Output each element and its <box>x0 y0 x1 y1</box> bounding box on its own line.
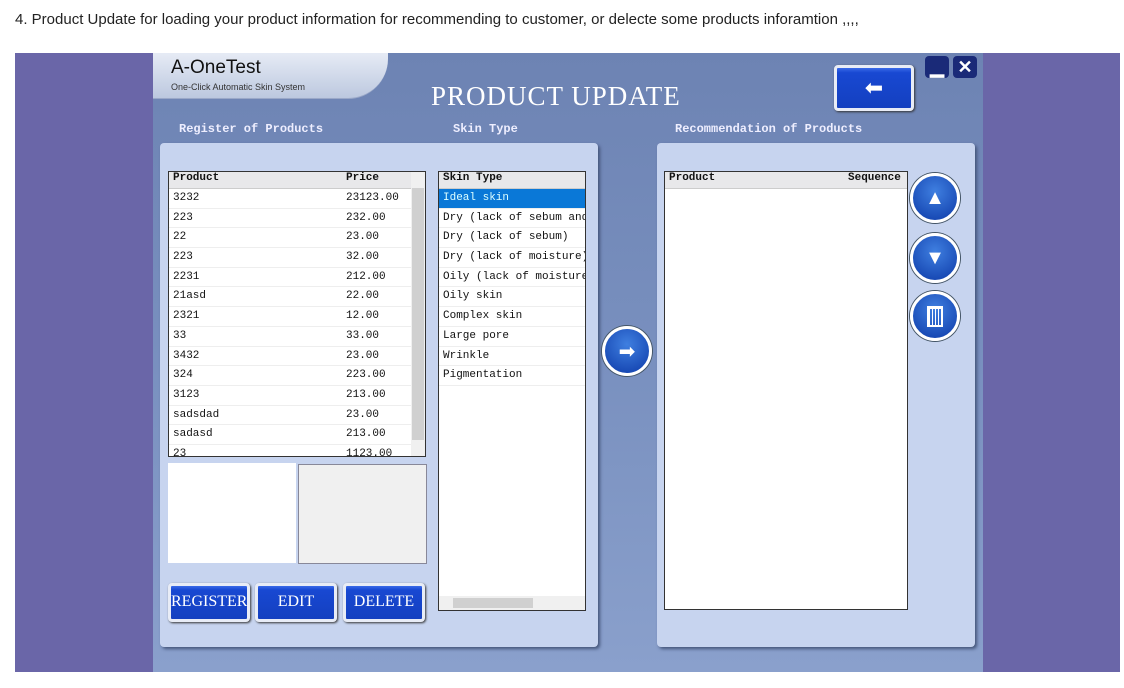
table-row[interactable]: 3232 23123.00 <box>169 189 425 209</box>
product-price: 32.00 <box>346 251 380 264</box>
skin-type-item[interactable]: Dry (lack of sebum) <box>439 228 585 249</box>
section-register-label: Register of Products <box>179 122 324 136</box>
product-price: 33.00 <box>346 329 380 342</box>
move-up-button[interactable]: ▲ <box>910 173 960 223</box>
skin-type-label: Wrinkle <box>443 349 490 362</box>
section-recommend-label: Recommendation of Products <box>675 122 863 136</box>
triangle-down-icon: ▼ <box>925 246 945 269</box>
skin-type-item[interactable]: Complex skin <box>439 307 585 327</box>
product-name: sadasd <box>173 428 213 441</box>
product-price: 23123.00 <box>346 192 399 204</box>
table-row[interactable]: 3123 213.00 <box>169 386 425 406</box>
product-image-box <box>168 463 296 563</box>
product-price: 213.00 <box>346 428 386 441</box>
table-row[interactable]: 2321 12.00 <box>169 307 425 327</box>
skin-type-item[interactable]: Pigmentation <box>439 366 585 386</box>
delete-button[interactable]: DELETE <box>343 583 425 622</box>
remove-button[interactable] <box>910 291 960 341</box>
arrow-left-icon: ⬅ <box>864 75 884 100</box>
product-name: 22 <box>173 231 187 244</box>
tagline: One-Click Automatic Skin System <box>171 82 306 92</box>
col-sequence: Sequence <box>848 172 901 184</box>
product-name: 223 <box>173 211 193 224</box>
trash-icon <box>927 305 943 327</box>
product-price: 1123.00 <box>346 447 393 457</box>
product-name: 3232 <box>173 192 200 204</box>
skin-type-item[interactable]: Oily skin <box>439 287 585 308</box>
product-name: 2231 <box>173 270 200 283</box>
product-name: 21asd <box>173 290 207 303</box>
minimize-button[interactable]: ▁ <box>925 56 949 78</box>
app-window: A-OneTest One-Click Automatic Skin Syste… <box>153 53 983 672</box>
skin-type-label: Dry (lack of sebum) <box>443 231 569 244</box>
caption: 4. Product Update for loading your produ… <box>15 11 859 28</box>
section-skin-label: Skin Type <box>453 122 518 136</box>
vertical-scrollbar[interactable] <box>411 172 425 456</box>
skin-type-item[interactable]: Oily (lack of moisture <box>439 268 585 288</box>
description-textarea[interactable] <box>298 464 427 564</box>
table-row[interactable]: 2231 212.00 <box>169 268 425 288</box>
table-row[interactable]: sadasd 213.00 <box>169 425 425 445</box>
table-row[interactable]: sadsdad 23.00 <box>169 406 425 426</box>
edit-button[interactable]: EDIT <box>255 583 337 622</box>
col-price[interactable]: Price <box>346 172 379 184</box>
back-button[interactable]: ⬅ <box>834 65 914 111</box>
col-product[interactable]: Product <box>173 172 219 184</box>
skin-type-label: Complex skin <box>443 310 523 323</box>
add-to-recommendation-button[interactable]: ➡ <box>602 326 652 376</box>
product-price: 23.00 <box>346 349 380 362</box>
table-row[interactable]: 223 32.00 <box>169 248 425 268</box>
table-row[interactable]: 223 232.00 <box>169 209 425 229</box>
table-row[interactable]: 324 223.00 <box>169 366 425 386</box>
arrow-right-icon: ➡ <box>618 340 636 363</box>
col-rec-product: Product <box>669 172 716 184</box>
product-name: 2321 <box>173 310 200 323</box>
skin-type-label: Dry (lack of moisture) <box>443 251 586 264</box>
table-row[interactable]: 21asd 22.00 <box>169 287 425 308</box>
skin-type-label: Large pore <box>443 329 510 342</box>
product-price: 23.00 <box>346 408 380 421</box>
product-price: 12.00 <box>346 310 380 323</box>
close-button[interactable]: ✕ <box>953 56 977 78</box>
table-row[interactable]: 23 1123.00 <box>169 445 425 457</box>
skin-type-label: Pigmentation <box>443 369 523 382</box>
page-title: PRODUCT UPDATE <box>431 81 681 111</box>
product-name: 324 <box>173 369 193 382</box>
recommendation-table[interactable]: Product Sequence <box>664 171 908 610</box>
move-down-button[interactable]: ▼ <box>910 233 960 283</box>
skin-header: Skin Type <box>443 172 503 184</box>
skin-type-item[interactable]: Dry (lack of sebum and <box>439 209 585 229</box>
product-name: 33 <box>173 329 187 342</box>
product-price: 23.00 <box>346 231 380 244</box>
product-name: 3123 <box>173 388 200 401</box>
product-price: 22.00 <box>346 290 380 303</box>
product-name: 23 <box>173 447 187 457</box>
skin-type-label: Oily skin <box>443 290 503 303</box>
logo: A-OneTest One-Click Automatic Skin Syste… <box>153 53 388 99</box>
product-name: 3432 <box>173 349 200 362</box>
skin-type-item[interactable]: Large pore <box>439 327 585 347</box>
product-name: sadsdad <box>173 408 220 421</box>
skin-type-label: Ideal skin <box>443 192 510 204</box>
horizontal-scrollbar[interactable] <box>439 596 585 610</box>
skin-type-item[interactable]: Wrinkle <box>439 347 585 367</box>
skin-type-item[interactable]: Ideal skin <box>439 189 585 209</box>
table-row[interactable]: 3432 23.00 <box>169 347 425 367</box>
product-name: 223 <box>173 251 193 264</box>
product-price: 212.00 <box>346 270 386 283</box>
register-button[interactable]: REGISTER <box>168 583 250 622</box>
skin-type-label: Dry (lack of sebum and <box>443 211 586 224</box>
product-price: 232.00 <box>346 211 386 224</box>
product-price: 213.00 <box>346 388 386 401</box>
product-price: 223.00 <box>346 369 386 382</box>
skin-type-label: Oily (lack of moisture <box>443 270 586 283</box>
skin-type-item[interactable]: Dry (lack of moisture) <box>439 248 585 268</box>
brand: A-OneTest <box>171 57 261 78</box>
table-row[interactable]: 22 23.00 <box>169 228 425 249</box>
product-table[interactable]: Product Price 3232 23123.00 223 232.00 22 23.0… <box>168 171 426 457</box>
skin-type-list[interactable]: Skin Type Ideal skin Dry (lack of sebum a… <box>438 171 586 611</box>
triangle-up-icon: ▲ <box>925 186 945 209</box>
table-row[interactable]: 33 33.00 <box>169 327 425 347</box>
